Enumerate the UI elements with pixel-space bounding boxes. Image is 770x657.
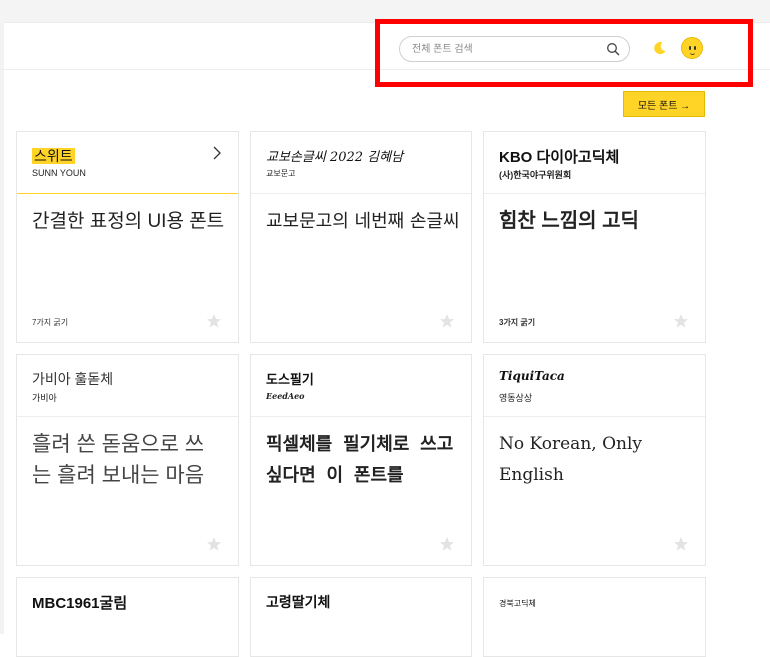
card-weights: 3가지 굵기 <box>499 318 536 327</box>
card-sample: 흘려 쓴 돋움으로 쓰는 흘려 보내는 마음 <box>32 433 205 487</box>
card-sample: 교보문고의 네번째 손글씨 <box>266 211 460 232</box>
card-header: TiquiTaca 영동상상 <box>484 355 705 417</box>
card-header: 스위트 SUNN YOUN <box>17 132 238 194</box>
card-author: 영동상상 <box>499 393 533 403</box>
font-card-goryeong[interactable]: 고령딸기체 <box>250 577 472 657</box>
card-sample: 픽셀체를 필기체로 쓰고싶다면 이 폰트를 <box>266 434 454 486</box>
card-title: KBO 다이아고딕체 <box>499 149 620 166</box>
font-card-suite[interactable]: 스위트 SUNN YOUN 간결한 표정의 UI용 폰트 7가지 굵기 <box>16 131 239 343</box>
star-icon[interactable] <box>439 536 455 552</box>
font-card-kyobo[interactable]: 교보손글씨 2022 김혜남 교보문고 교보문고의 네번째 손글씨 <box>250 131 472 343</box>
star-icon[interactable] <box>439 313 455 329</box>
star-icon[interactable] <box>673 536 689 552</box>
card-title: TiquiTaca <box>499 369 565 383</box>
card-author: SUNN YOUN <box>32 168 86 178</box>
card-author: EeedAeo <box>266 391 305 401</box>
font-card-dospilgi[interactable]: 도스필기 EeedAeo 픽셀체를 필기체로 쓰고싶다면 이 폰트를 <box>250 354 472 566</box>
left-edge <box>0 22 4 634</box>
card-title: 교보손글씨 2022 김혜남 <box>266 150 404 165</box>
highlight-annotation <box>375 19 753 87</box>
card-weights: 7가지 굵기 <box>32 318 69 327</box>
card-header: 도스필기 EeedAeo <box>251 355 471 417</box>
star-icon[interactable] <box>673 313 689 329</box>
card-sample: 힘찬 느낌의 고딕 <box>499 210 639 232</box>
card-header: KBO 다이아고딕체 (사)한국야구위원회 <box>484 132 705 194</box>
font-card-gabia[interactable]: 가비아 훌돋체 가비아 흘려 쓴 돋움으로 쓰는 흘려 보내는 마음 <box>16 354 239 566</box>
font-card-kbo[interactable]: KBO 다이아고딕체 (사)한국야구위원회 힘찬 느낌의 고딕 3가지 굵기 <box>483 131 706 343</box>
card-author: 가비아 <box>32 393 57 403</box>
font-card-gyeongbuk[interactable]: 경북고딕체 <box>483 577 706 657</box>
card-title: 가비아 훌돋체 <box>32 371 114 387</box>
chevron-right-icon[interactable] <box>212 146 222 160</box>
card-title: 스위트 <box>32 148 75 164</box>
card-header: 가비아 훌돋체 가비아 <box>17 355 238 417</box>
card-title: 고령딸기체 <box>266 594 331 610</box>
card-sample: 간결한 표정의 UI용 폰트 <box>32 211 225 232</box>
card-author: (사)한국야구위원회 <box>499 170 572 180</box>
card-header: 교보손글씨 2022 김혜남 교보문고 <box>251 132 471 194</box>
card-title: 도스필기 <box>266 373 314 388</box>
all-fonts-button[interactable]: 모든 폰트 → <box>623 91 705 117</box>
card-title: MBC1961굴림 <box>32 595 128 612</box>
card-sample: No Korean, Only English <box>499 434 642 485</box>
star-icon[interactable] <box>206 313 222 329</box>
card-author: 교보문고 <box>266 169 296 178</box>
card-title: 경북고딕체 <box>499 599 536 608</box>
star-icon[interactable] <box>206 536 222 552</box>
font-card-tiquitaca[interactable]: TiquiTaca 영동상상 No Korean, Only English <box>483 354 706 566</box>
font-card-mbc1961[interactable]: MBC1961굴림 <box>16 577 239 657</box>
